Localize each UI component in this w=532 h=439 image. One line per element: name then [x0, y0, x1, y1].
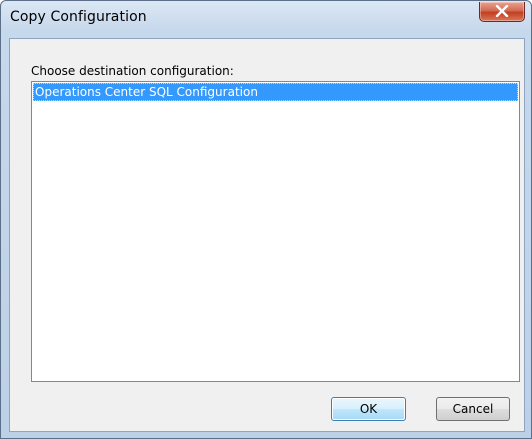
dialog-window: Copy Configuration Choose destination co… — [0, 0, 532, 439]
destination-prompt: Choose destination configuration: — [31, 64, 234, 78]
configuration-list[interactable]: Operations Center SQL Configuration — [31, 81, 520, 382]
close-icon — [495, 5, 509, 17]
dialog-body: Choose destination configuration: Operat… — [9, 38, 525, 432]
ok-button[interactable]: OK — [331, 397, 406, 421]
title-bar[interactable]: Copy Configuration — [1, 1, 531, 37]
list-item[interactable]: Operations Center SQL Configuration — [33, 83, 518, 101]
close-button[interactable] — [479, 2, 525, 22]
window-title: Copy Configuration — [10, 9, 147, 25]
cancel-button[interactable]: Cancel — [436, 397, 510, 421]
